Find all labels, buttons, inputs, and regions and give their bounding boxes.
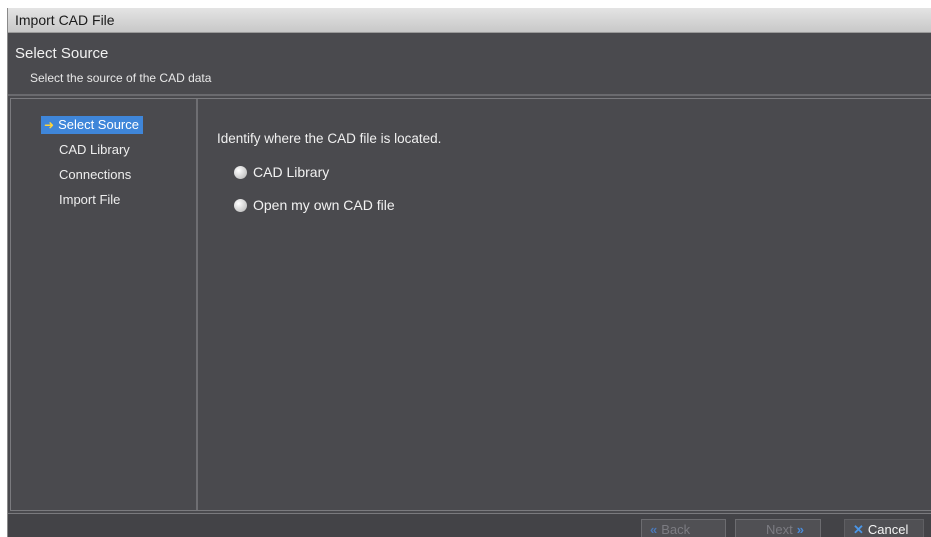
radio-button-icon[interactable] — [234, 198, 247, 212]
arrow-right-icon: ➜ — [44, 118, 55, 132]
window-title: Import CAD File — [15, 12, 115, 28]
next-button-label: Next — [766, 522, 793, 537]
source-prompt: Identify where the CAD file is located. — [217, 131, 442, 146]
wizard-header: Select Source Select the source of the C… — [8, 33, 931, 95]
nav-item-select-source[interactable]: ➜ Select Source — [41, 116, 143, 134]
wizard-steps-nav: ➜ Select Source CAD Library Connections I… — [11, 99, 198, 510]
back-button[interactable]: « Back — [641, 519, 726, 537]
header-divider — [8, 94, 931, 96]
radio-cad-library[interactable]: CAD Library — [234, 162, 329, 182]
cancel-button[interactable]: ✕ Cancel — [844, 519, 924, 537]
nav-item-connections[interactable]: Connections — [59, 166, 131, 184]
back-button-label: Back — [661, 522, 691, 537]
page-subtitle: Select the source of the CAD data — [30, 71, 212, 85]
chevron-right-icon: » — [796, 522, 804, 537]
nav-item-import-file[interactable]: Import File — [59, 191, 120, 209]
page-title: Select Source — [15, 45, 109, 62]
nav-item-label: Select Source — [58, 117, 139, 132]
chevron-left-icon: « — [650, 522, 658, 537]
nav-item-label: Import File — [59, 192, 121, 207]
nav-item-label: Connections — [59, 167, 132, 182]
import-cad-dialog: Import CAD File Select Source Select the… — [7, 8, 931, 537]
nav-item-label: CAD Library — [59, 142, 130, 157]
wizard-footer: « Back Next » ✕ Cancel — [8, 513, 931, 537]
nav-item-cad-library[interactable]: CAD Library — [59, 141, 130, 159]
x-icon: ✕ — [853, 522, 864, 537]
radio-open-own-cad-file[interactable]: Open my own CAD file — [234, 195, 395, 215]
next-button[interactable]: Next » — [735, 519, 821, 537]
radio-label[interactable]: Open my own CAD file — [253, 197, 395, 213]
radio-button-icon[interactable] — [234, 165, 247, 179]
radio-label[interactable]: CAD Library — [253, 164, 329, 180]
wizard-content: Identify where the CAD file is located. … — [217, 99, 931, 510]
window-title-bar[interactable]: Import CAD File — [8, 8, 931, 33]
wizard-body: ➜ Select Source CAD Library Connections I… — [10, 98, 931, 511]
cancel-button-label: Cancel — [867, 522, 909, 537]
